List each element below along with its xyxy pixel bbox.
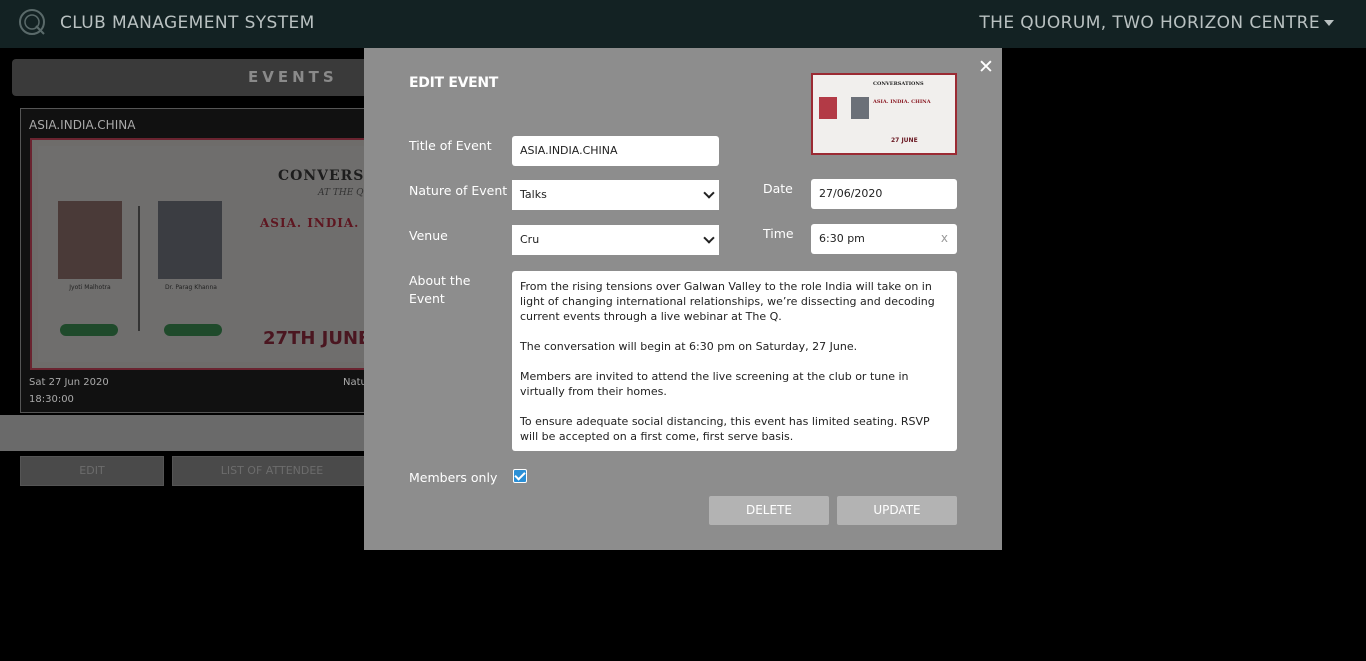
poster-divider <box>138 206 140 331</box>
modal-title: EDIT EVENT <box>409 75 499 91</box>
chevron-down-icon <box>703 187 715 199</box>
about-paragraph: To ensure adequate social distancing, th… <box>520 415 930 443</box>
edit-event-modal: EDIT EVENT ✕ CONVERSATIONS ASIA. INDIA. … <box>364 48 1002 550</box>
poster-headline: ASIA. INDIA. C <box>260 216 376 230</box>
poster-badge-1 <box>60 324 118 336</box>
date-input[interactable]: 27/06/2020 <box>811 179 957 209</box>
venue-value: Cru <box>520 233 540 246</box>
date-label: Date <box>763 181 793 196</box>
speaker-name-1: Jyoti Malhotra <box>69 284 111 291</box>
close-icon[interactable]: ✕ <box>978 56 994 78</box>
time-label: Time <box>763 226 794 241</box>
about-the-event-textarea[interactable]: From the rising tensions over Galwan Val… <box>512 271 957 451</box>
poster-at-the-q: AT THE Q <box>318 188 364 198</box>
quorum-logo-icon <box>19 9 45 35</box>
chevron-down-icon <box>703 232 715 244</box>
events-title: EVENTS <box>248 68 338 86</box>
title-of-event-label: Title of Event <box>409 138 492 153</box>
delete-button[interactable]: DELETE <box>709 496 829 525</box>
thumb-line-1: CONVERSATIONS <box>873 81 924 87</box>
about-paragraph: The conversation will begin at 6:30 pm o… <box>520 340 858 353</box>
caret-down-icon <box>1324 20 1334 26</box>
venue-select[interactable]: Cru <box>512 225 719 255</box>
members-only-checkbox[interactable] <box>513 469 527 483</box>
update-button[interactable]: UPDATE <box>837 496 957 525</box>
speaker-photo-2 <box>158 201 222 279</box>
title-of-event-input[interactable]: ASIA.INDIA.CHINA <box>512 136 719 166</box>
thumb-speaker-photo-2 <box>851 97 869 119</box>
thumb-date: 27 JUNE <box>891 137 918 144</box>
nature-of-event-value: Talks <box>520 188 547 201</box>
clear-time-icon[interactable]: x <box>941 231 948 245</box>
about-paragraph: From the rising tensions over Galwan Val… <box>520 280 935 323</box>
poster-date: 27TH JUNE <box>263 328 371 349</box>
poster-badge-2 <box>164 324 222 336</box>
club-selector[interactable]: THE QUORUM, TWO HORIZON CENTRE <box>979 13 1334 33</box>
list-of-attendees-button[interactable]: LIST OF ATTENDEE <box>172 456 372 486</box>
event-card-time: 18:30:00 <box>29 394 74 405</box>
club-name: THE QUORUM, TWO HORIZON CENTRE <box>979 13 1320 33</box>
nature-of-event-label: Nature of Event <box>409 183 508 198</box>
speaker-name-2: Dr. Parag Khanna <box>165 284 217 291</box>
edit-event-button[interactable]: EDIT <box>20 456 164 486</box>
time-value: 6:30 pm <box>819 232 865 245</box>
about-paragraph: Members are invited to attend the live s… <box>520 370 909 398</box>
app-title: CLUB MANAGEMENT SYSTEM <box>60 13 315 33</box>
about-the-event-label: About the Event <box>409 273 471 306</box>
thumb-line-2: ASIA. INDIA. CHINA <box>873 99 931 105</box>
event-card-title: ASIA.INDIA.CHINA <box>29 118 136 132</box>
nature-of-event-select[interactable]: Talks <box>512 180 719 210</box>
time-input[interactable]: 6:30 pm x <box>811 224 957 254</box>
event-card-date: Sat 27 Jun 2020 <box>29 377 109 388</box>
speaker-photo-1 <box>58 201 122 279</box>
venue-label: Venue <box>409 228 448 243</box>
event-image-thumbnail[interactable]: CONVERSATIONS ASIA. INDIA. CHINA 27 JUNE <box>811 73 957 155</box>
members-only-label: Members only <box>409 470 498 485</box>
top-bar: CLUB MANAGEMENT SYSTEM THE QUORUM, TWO H… <box>0 0 1366 48</box>
thumb-speaker-photo-1 <box>819 97 837 119</box>
